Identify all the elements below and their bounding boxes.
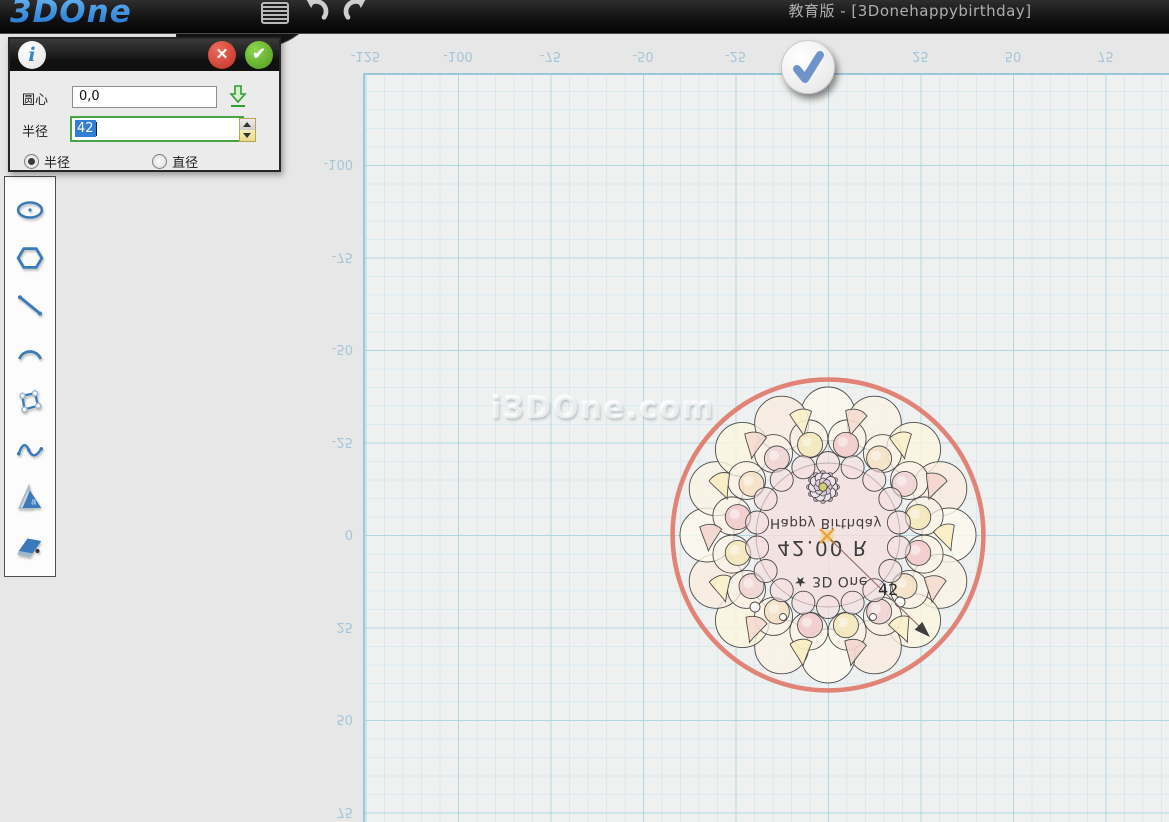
svg-text:42: 42 <box>878 580 898 599</box>
radius-radio-label: 半径 <box>44 156 70 171</box>
menu-button[interactable] <box>261 2 289 24</box>
ellipse-tool-button[interactable] <box>14 195 46 225</box>
plane-icon <box>14 531 46 561</box>
app-logo: 3DOne <box>10 0 132 30</box>
undo-icon <box>303 0 331 22</box>
dialog-titlebar <box>10 39 279 71</box>
left-ruler-label: -75 <box>305 249 353 264</box>
left-ruler-label: 0 <box>305 526 353 541</box>
line-icon <box>14 291 46 321</box>
ellipse-icon <box>14 195 46 225</box>
menu-icon <box>261 2 289 24</box>
left-ruler-label: -25 <box>305 434 353 449</box>
polyline-icon <box>14 387 46 417</box>
svg-text:a: a <box>31 496 36 506</box>
left-ruler-label: 25 <box>305 619 353 634</box>
center-input[interactable]: 0,0 <box>72 86 217 108</box>
radius-field-label: 半径 <box>22 121 48 140</box>
spline-icon <box>14 435 46 465</box>
arc-icon <box>14 339 46 369</box>
left-ruler-label: -50 <box>305 341 353 356</box>
redo-button[interactable] <box>341 0 369 25</box>
radius-spinner <box>239 118 256 142</box>
confirm-fab-button[interactable] <box>781 40 835 94</box>
spin-up-button[interactable] <box>240 119 255 130</box>
pick-point-icon <box>228 84 248 108</box>
diameter-radio[interactable] <box>152 154 167 169</box>
radio-row: 半径 直径 <box>10 152 279 171</box>
polyline-tool-button[interactable] <box>14 387 46 417</box>
pyramid-text-tool-button[interactable]: a <box>14 483 46 513</box>
info-icon[interactable]: i <box>18 41 46 69</box>
sketch-drawing: Happy Birthday42.00 R★ 3D One42 <box>363 73 1169 822</box>
left-ruler-label: -100 <box>305 156 353 171</box>
text-caret <box>96 122 97 136</box>
close-icon[interactable]: ✕ <box>208 41 236 69</box>
top-ruler-label: -75 <box>527 48 575 63</box>
pyramid-icon: a <box>14 483 46 513</box>
line-tool-button[interactable] <box>14 291 46 321</box>
top-ruler-label: 50 <box>989 48 1037 63</box>
diameter-radio-label: 直径 <box>172 156 198 171</box>
confirm-icon[interactable]: ✔ <box>245 41 273 69</box>
arc-tool-button[interactable] <box>14 339 46 369</box>
pick-point-button[interactable] <box>228 84 248 108</box>
spin-down-icon <box>243 133 251 138</box>
top-ruler-label: -25 <box>712 48 760 63</box>
polygon-tool-button[interactable] <box>14 243 46 273</box>
svg-text:★ 3D One: ★ 3D One <box>794 573 868 589</box>
left-ruler-label: 50 <box>305 711 353 726</box>
sketch-plane-tool-button[interactable] <box>14 531 46 561</box>
radius-input[interactable]: 42 <box>70 116 244 142</box>
check-icon <box>782 41 834 93</box>
radius-radio[interactable] <box>24 154 39 169</box>
spin-down-button[interactable] <box>240 130 255 141</box>
spin-up-icon <box>243 122 251 127</box>
top-ruler-label: -125 <box>342 48 390 63</box>
center-field-label: 圆心 <box>22 89 48 108</box>
app-header: 3DOne 教育版 - [3Donehappybirthday] <box>0 0 1169 34</box>
spline-tool-button[interactable] <box>14 435 46 465</box>
top-ruler-label: -50 <box>619 48 667 63</box>
window-title: 教育版 - [3Donehappybirthday] <box>720 0 1100 21</box>
hexagon-icon <box>14 243 46 273</box>
top-ruler-label: -100 <box>434 48 482 63</box>
undo-button[interactable] <box>303 0 331 25</box>
sketch-toolbar: a <box>4 176 56 577</box>
redo-icon <box>341 0 369 22</box>
top-ruler-label: 25 <box>897 48 945 63</box>
svg-text:Happy Birthday: Happy Birthday <box>770 515 882 531</box>
selected-text: 42 <box>75 120 96 137</box>
top-ruler-label: 75 <box>1082 48 1130 63</box>
left-ruler-label: 75 <box>305 804 353 819</box>
circle-dialog: i ✕ ✔ 圆心 0,0 半径 42 半径 直径 <box>8 37 281 172</box>
